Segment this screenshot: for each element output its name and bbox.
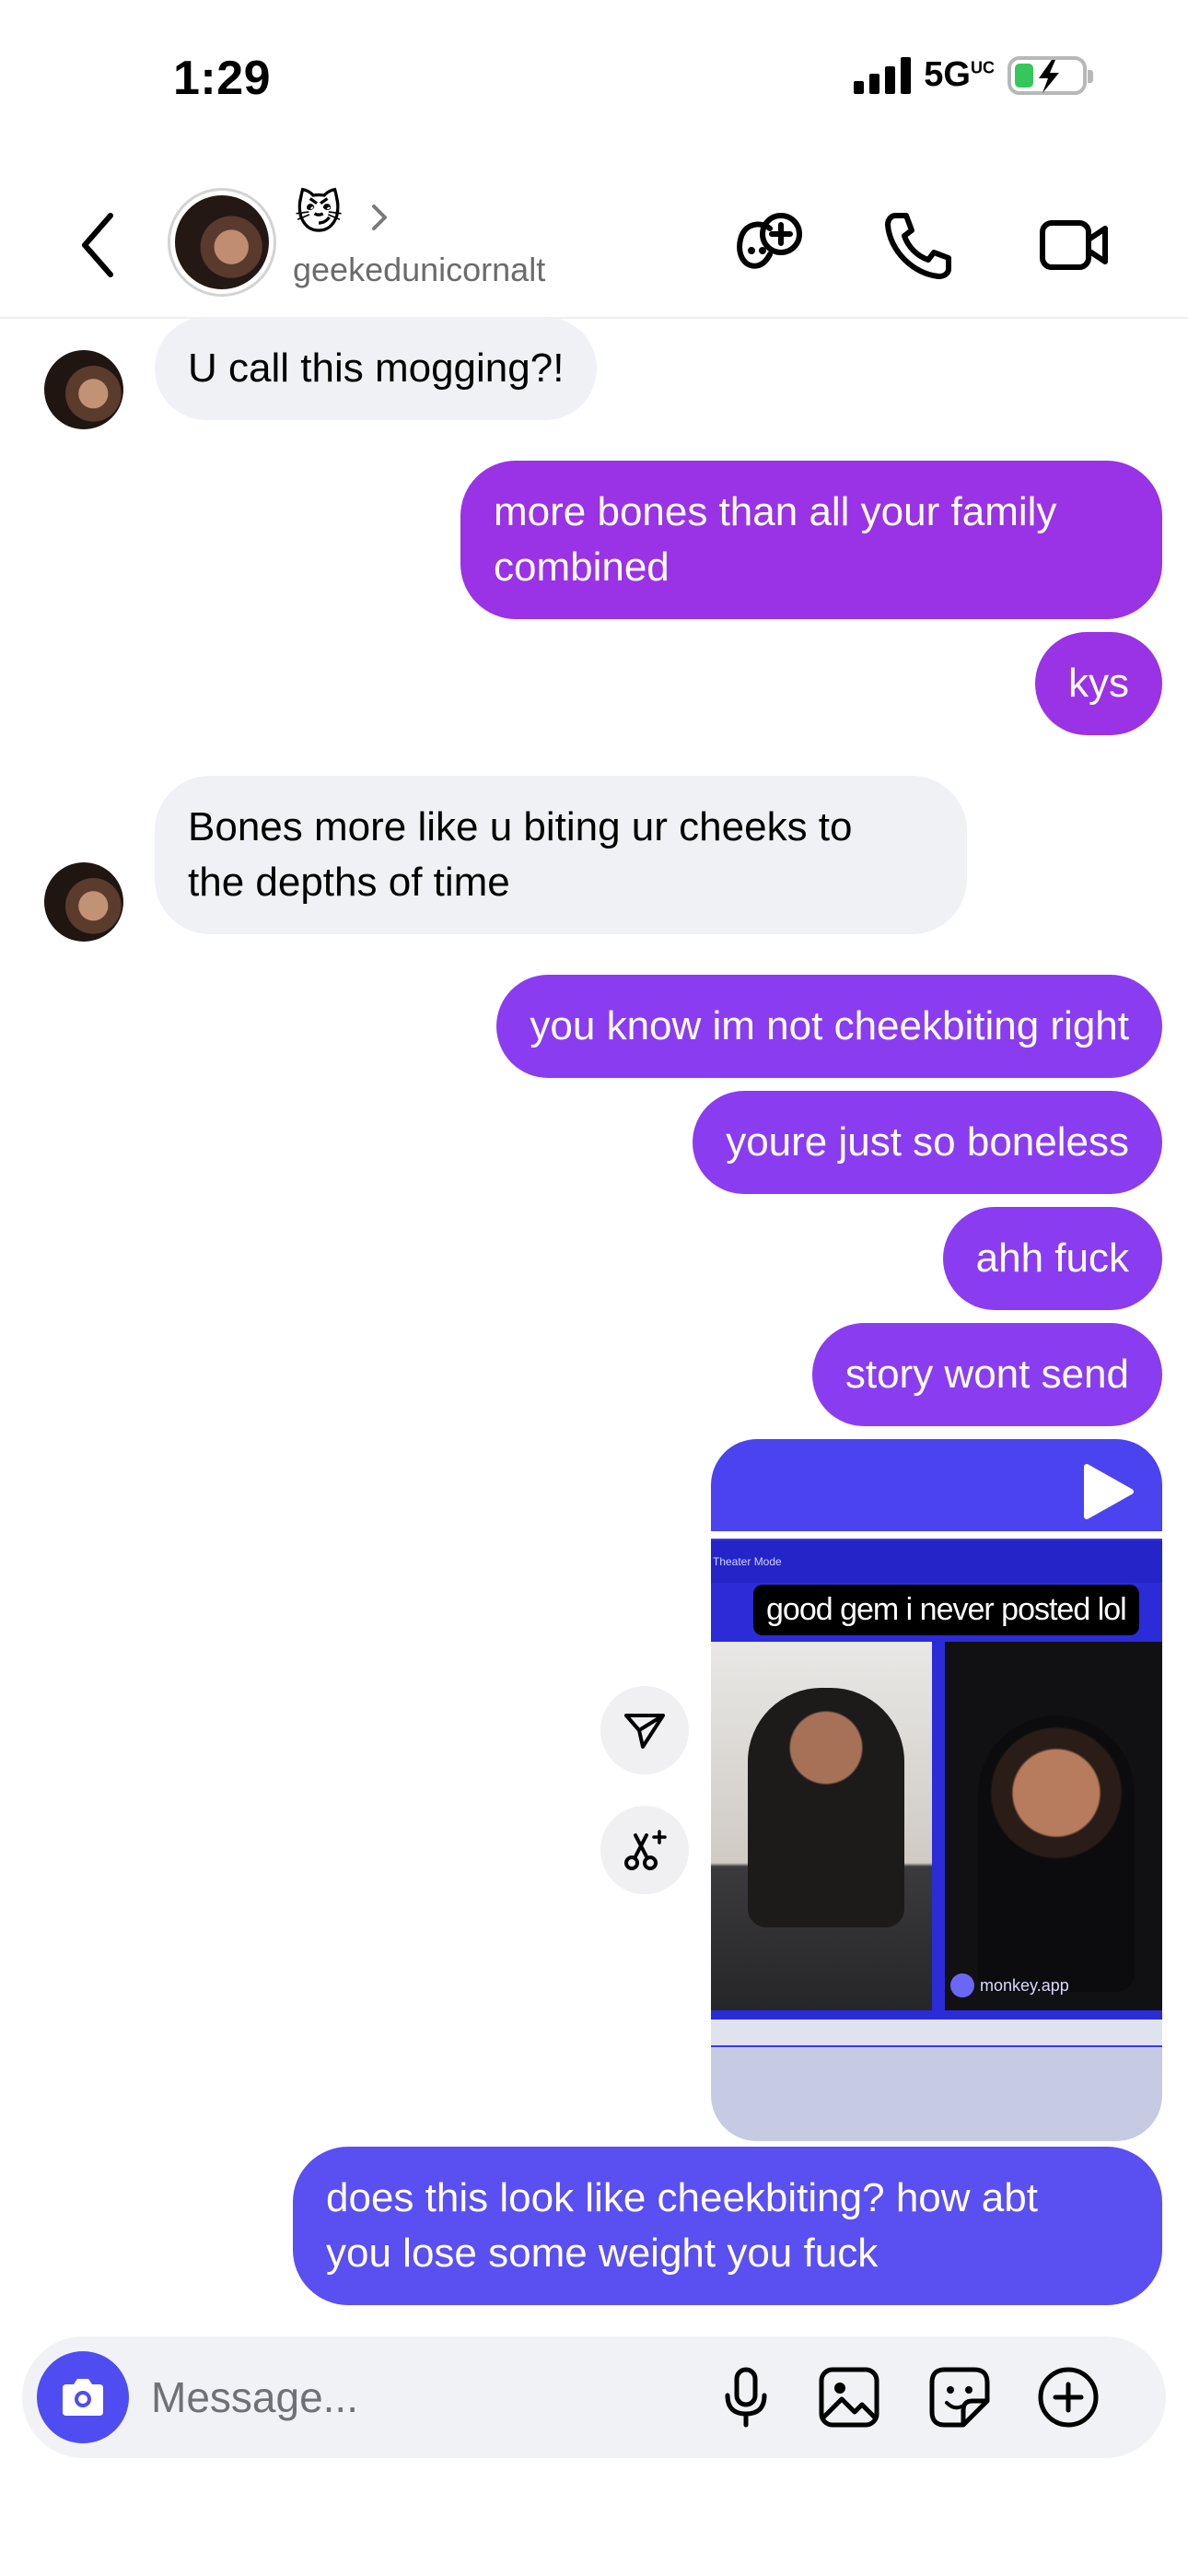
plus-circle-icon[interactable] <box>1035 2364 1101 2430</box>
remix-icon <box>624 1830 667 1870</box>
message-bubble-outgoing[interactable]: you know im not cheekbiting right <box>496 975 1162 1078</box>
status-time: 1:29 <box>173 52 272 105</box>
contact-avatar[interactable] <box>168 188 276 297</box>
network-label: 5GUC <box>924 55 995 94</box>
send-icon <box>624 1714 665 1749</box>
person-right <box>978 1715 1135 1992</box>
microphone-icon[interactable] <box>713 2364 779 2430</box>
phone-icon[interactable] <box>882 208 956 282</box>
contact-username[interactable]: geekedunicornalt <box>293 251 545 289</box>
message-input[interactable] <box>151 2364 704 2430</box>
back-chevron-icon[interactable] <box>76 208 122 282</box>
message-composer <box>22 2336 1166 2458</box>
reel-brand: monkey.app <box>950 1973 1069 1997</box>
chat-header: 😼 geekedunicornalt <box>0 181 1188 319</box>
signal-icon <box>854 56 912 94</box>
message-bubble-outgoing[interactable]: more bones than all your family combined <box>460 461 1162 619</box>
contact-emoji[interactable]: 😼 <box>295 190 343 236</box>
message-bubble-outgoing[interactable]: does this look like cheekbiting? how abt… <box>293 2147 1162 2305</box>
sender-avatar[interactable] <box>44 862 123 942</box>
reel-video-frame[interactable]: Theater Mode good gem i never posted lol… <box>711 1540 1162 2045</box>
battery-icon <box>1007 55 1093 95</box>
sticker-icon[interactable] <box>926 2364 993 2430</box>
reel-top-bar: Theater Mode <box>711 1540 1162 1583</box>
message-bubble-outgoing[interactable]: youre just so boneless <box>693 1091 1162 1194</box>
monkey-logo-icon <box>950 1973 974 1997</box>
camera-button[interactable] <box>37 2351 129 2443</box>
remix-button[interactable] <box>600 1806 689 1894</box>
taskbar <box>711 2020 1162 2045</box>
gallery-icon[interactable] <box>816 2364 882 2430</box>
message-bubble-incoming[interactable]: U call this mogging?! <box>155 317 598 420</box>
sender-avatar[interactable] <box>44 350 123 429</box>
shared-reel[interactable]: Theater Mode good gem i never posted lol… <box>711 1439 1162 2141</box>
chevron-right-icon[interactable] <box>367 199 392 236</box>
share-button[interactable] <box>600 1686 689 1774</box>
message-bubble-incoming[interactable]: Bones more like u biting ur cheeks to th… <box>155 776 967 934</box>
play-icon[interactable] <box>1076 1461 1136 1522</box>
video-call-icon[interactable] <box>1037 208 1111 282</box>
message-bubble-outgoing[interactable]: story wont send <box>811 1323 1162 1426</box>
status-indicators: 5GUC <box>854 55 1093 95</box>
person-left <box>748 1688 904 1927</box>
camera-icon <box>63 2379 103 2416</box>
message-bubble-outgoing[interactable]: ahh fuck <box>942 1207 1162 1310</box>
message-bubble-outgoing[interactable]: kys <box>1035 632 1162 735</box>
games-icon[interactable] <box>733 208 807 282</box>
reel-caption: good gem i never posted lol <box>753 1585 1139 1635</box>
